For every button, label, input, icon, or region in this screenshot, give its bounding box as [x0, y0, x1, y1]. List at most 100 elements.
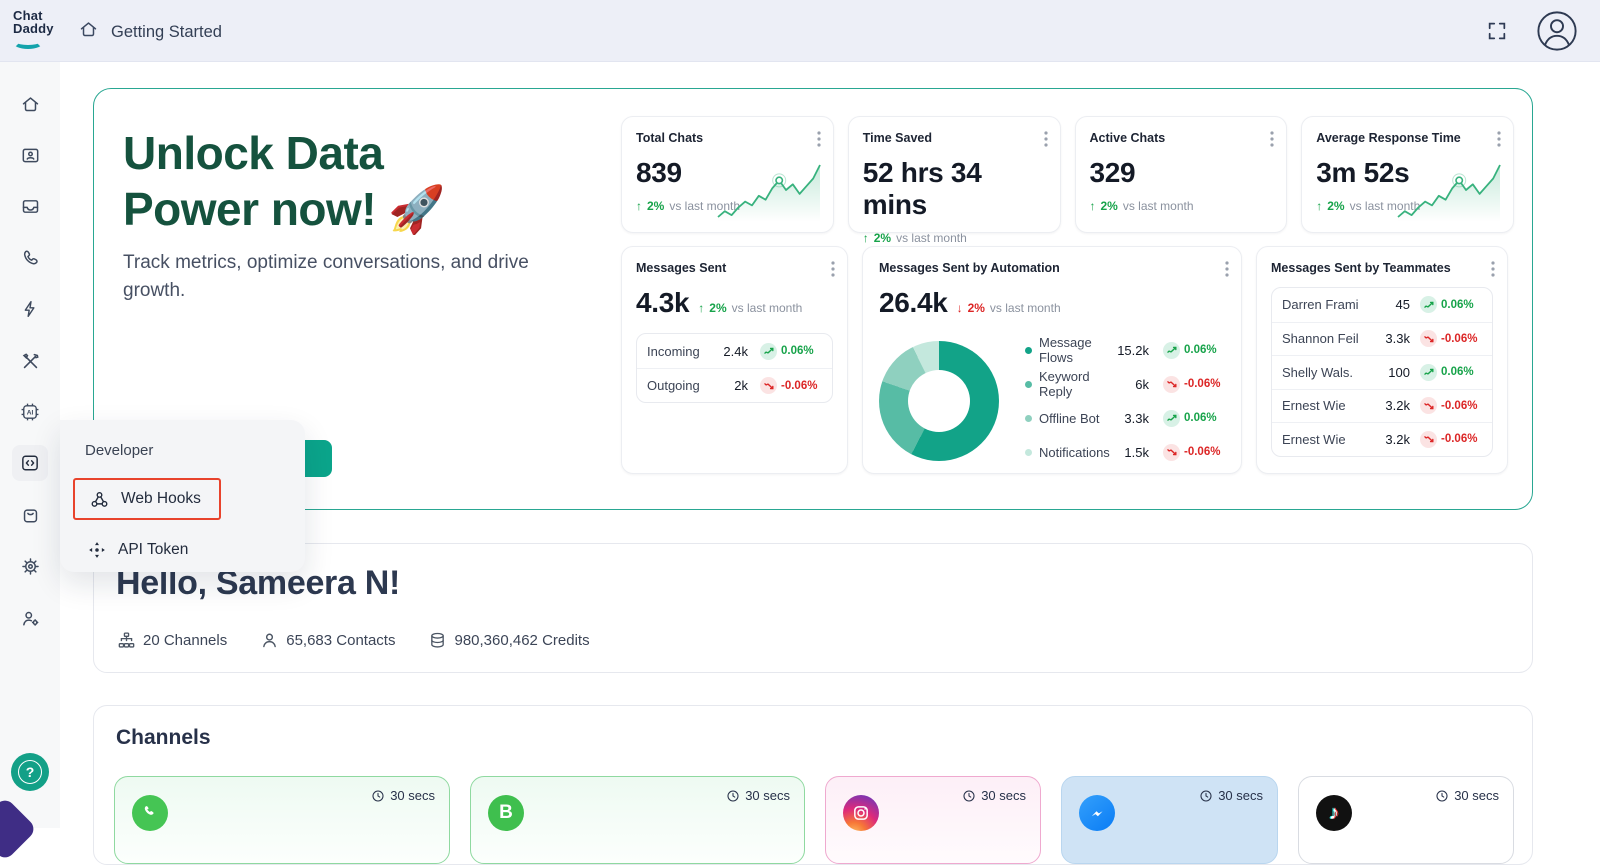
kebab-menu-icon[interactable]	[829, 259, 837, 284]
channel-card-instagram[interactable]: 30 secs	[825, 776, 1041, 864]
analytics-hero-card: Unlock DataPower now! 🚀 Track metrics, o…	[93, 88, 1533, 510]
sidebar-item-home[interactable]	[12, 86, 48, 122]
legend-value: 15.2k	[1111, 343, 1149, 358]
sidebar-item-ai[interactable]: AI	[12, 394, 48, 430]
trend-note: vs last month	[990, 301, 1061, 315]
legend-value: 3.3k	[1111, 411, 1149, 426]
developer-popup-menu: Developer Web Hooks API Token	[60, 420, 305, 572]
stat-title: Time Saved	[863, 131, 1046, 145]
card-title: Messages Sent by Automation	[879, 261, 1225, 275]
lightning-icon	[20, 299, 40, 319]
contact-card-icon	[20, 145, 41, 166]
sidebar-item-developer[interactable]	[12, 445, 48, 481]
legend-row: Keyword Reply 6k -0.06%	[1025, 367, 1225, 401]
card-value: 26.4k	[879, 287, 948, 319]
legend-label: Notifications	[1039, 445, 1111, 460]
trend-wiggle-up-icon	[1420, 364, 1437, 381]
sidebar-item-inbox[interactable]	[12, 188, 48, 224]
home-icon[interactable]	[78, 19, 99, 45]
response-time-badge: 30 secs	[726, 788, 790, 803]
sidebar-item-settings[interactable]	[12, 548, 48, 584]
user-settings-icon	[20, 608, 41, 629]
credits-count: 980,360,462 Credits	[429, 632, 589, 649]
teammate-delta: -0.06%	[1441, 333, 1477, 345]
trend-percent: 2%	[1327, 199, 1344, 213]
trend-wiggle-down-icon	[1420, 397, 1437, 414]
channel-card-tiktok[interactable]: 30 secs ♪	[1298, 776, 1514, 864]
menu-item-web-hooks[interactable]: Web Hooks	[73, 478, 221, 520]
channels-count-label: 20 Channels	[143, 632, 227, 649]
response-time-badge: 30 secs	[962, 788, 1026, 803]
teammate-delta: -0.06%	[1441, 400, 1477, 412]
clock-icon	[1435, 789, 1449, 803]
sidebar-item-team[interactable]	[12, 600, 48, 636]
sparkline-chart	[713, 152, 825, 224]
inbox-icon	[20, 196, 41, 217]
legend-value: 1.5k	[1111, 445, 1149, 460]
kebab-menu-icon[interactable]	[1042, 129, 1050, 154]
card-title: Messages Sent	[636, 261, 833, 275]
response-time-badge: 30 secs	[1199, 788, 1263, 803]
fullscreen-icon[interactable]	[1486, 20, 1508, 47]
chatdaddy-logo[interactable]: Chat Daddy	[13, 9, 54, 49]
clock-icon	[371, 789, 385, 803]
legend-row: Notifications 1.5k -0.06%	[1025, 435, 1225, 469]
stat-card-time-saved: Time Saved 52 hrs 34 mins ↑ 2% vs last m…	[848, 116, 1061, 233]
trend-wiggle-up-icon	[1163, 410, 1180, 427]
channel-card-messenger[interactable]: 30 secs	[1061, 776, 1278, 864]
badge-label: 30 secs	[745, 788, 790, 803]
whatsapp-icon	[132, 795, 168, 831]
sparkline-chart	[1393, 152, 1505, 224]
trend-percent: 2%	[874, 231, 891, 245]
card-value: 4.3k	[636, 287, 689, 319]
legend-label: Message Flows	[1039, 335, 1111, 365]
shopping-bag-icon	[20, 505, 41, 526]
stat-value: 52 hrs 34 mins	[863, 157, 1046, 221]
legend-dot	[1025, 449, 1032, 456]
page-title: Getting Started	[111, 23, 222, 42]
sidebar-item-store[interactable]	[12, 497, 48, 533]
teammate-delta: 0.06%	[1441, 299, 1474, 311]
sidebar-item-automation[interactable]	[12, 291, 48, 327]
teammate-value: 45	[1396, 297, 1410, 312]
popup-title: Developer	[85, 442, 153, 459]
legend-dot	[1025, 415, 1032, 422]
trend-up-icon: ↑	[863, 231, 869, 245]
kebab-menu-icon[interactable]	[815, 129, 823, 154]
card-title: Messages Sent by Teammates	[1271, 261, 1493, 275]
hierarchy-icon	[118, 632, 135, 649]
teammate-value: 3.3k	[1385, 331, 1410, 346]
menu-item-api-token[interactable]: API Token	[87, 540, 188, 560]
trend-wiggle-up-icon	[1163, 342, 1180, 359]
legend-value: 6k	[1111, 377, 1149, 392]
kebab-menu-icon[interactable]	[1268, 129, 1276, 154]
svg-text:AI: AI	[27, 409, 34, 416]
trend-up-icon: ↑	[698, 301, 704, 315]
badge-label: 30 secs	[390, 788, 435, 803]
teammates-card: Messages Sent by Teammates Darren Frami …	[1256, 246, 1508, 474]
welcome-card: Hello, Sameera N! 20 Channels 65,683 Con…	[93, 543, 1533, 673]
trend-percent: 2%	[709, 301, 726, 315]
kebab-menu-icon[interactable]	[1223, 259, 1231, 284]
help-button[interactable]: ?	[11, 753, 49, 791]
trend-wiggle-down-icon	[1163, 444, 1180, 461]
trend-up-icon: ↑	[1090, 199, 1096, 213]
channel-card-whatsapp-business[interactable]: 30 secs B	[470, 776, 805, 864]
kebab-menu-icon[interactable]	[1495, 129, 1503, 154]
donut-legend: Message Flows 15.2k 0.06% Keyword Reply …	[1025, 333, 1225, 469]
trend-up-icon: ↑	[636, 199, 642, 213]
sidebar-item-calls[interactable]	[12, 239, 48, 275]
user-avatar[interactable]	[1536, 10, 1578, 57]
tiktok-icon: ♪	[1316, 795, 1352, 831]
sidebar-item-contacts[interactable]	[12, 137, 48, 173]
phone-icon	[20, 247, 41, 268]
legend-delta: 0.06%	[1184, 344, 1217, 356]
stat-title: Total Chats	[636, 131, 819, 145]
sidebar-item-tools[interactable]	[12, 343, 48, 379]
kebab-menu-icon[interactable]	[1489, 259, 1497, 284]
trend-percent: 2%	[647, 199, 664, 213]
row-delta: 0.06%	[781, 345, 814, 357]
channel-card-whatsapp[interactable]: 30 secs	[114, 776, 450, 864]
webhook-icon	[89, 489, 110, 510]
row-label: Outgoing	[647, 378, 734, 393]
